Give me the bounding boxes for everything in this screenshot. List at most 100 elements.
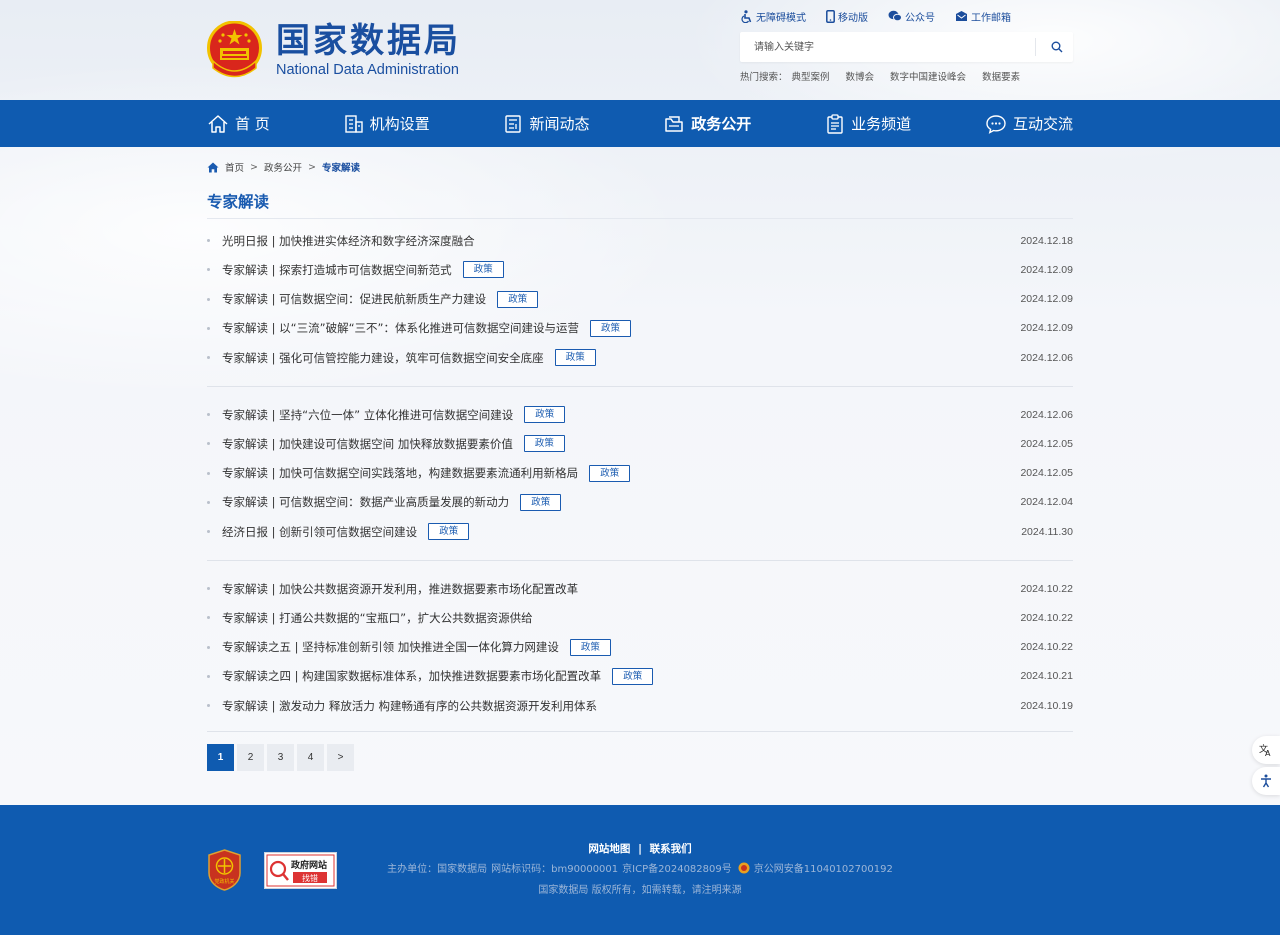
list-item[interactable]: 光明日报 | 加快推进实体经济和数字经济深度融合 2024.12.18 [207, 226, 1073, 255]
next-page-button[interactable]: > [327, 744, 354, 771]
article-date: 2024.12.18 [1020, 234, 1073, 247]
list-item[interactable]: 专家解读 | 打通公共数据的“宝瓶口”，扩大公共数据资源供给 2024.10.22 [207, 603, 1073, 632]
policy-tag[interactable]: 政策 [497, 290, 539, 308]
bullet-icon [207, 326, 210, 330]
contact-link[interactable]: 联系我们 [650, 843, 692, 855]
nav-item-government-affairs[interactable]: 政务公开 [663, 100, 751, 147]
translate-button[interactable]: 文A [1252, 736, 1280, 764]
footer: 党政机关 政府网站 找错 网站地图 | 联系我们 主办单位：国家数据局 网站标识… [0, 805, 1280, 935]
home-icon [208, 114, 228, 133]
article-title[interactable]: 专家解读 | 激发动力 释放活力 构建畅通有序的公共数据资源开发利用体系 [222, 698, 597, 714]
site-name-cn: 国家数据局 [276, 20, 461, 61]
host-org: 主办单位：国家数据局 [387, 864, 488, 875]
article-title[interactable]: 专家解读 | 可信数据空间：数据产业高质量发展的新动力 [222, 494, 509, 510]
article-list: 专家解读 | 加快公共数据资源开发利用，推进数据要素市场化配置改革 2024.10… [207, 574, 1073, 720]
hot-search-item[interactable]: 数博会 [846, 69, 875, 83]
mobile-label: 移动版 [838, 12, 868, 24]
main-nav: 首 页 机构设置 新闻动态 政务公开 业务频道 互动交流 [0, 100, 1280, 147]
list-item[interactable]: 专家解读 | 加快建设可信数据空间 加快释放数据要素价值 政策 2024.12.05 [207, 429, 1073, 458]
article-title[interactable]: 专家解读 | 加快建设可信数据空间 加快释放数据要素价值 [222, 436, 513, 452]
footer-link-divider: | [638, 843, 642, 855]
article-title[interactable]: 专家解读 | 加快可信数据空间实践落地，构建数据要素流通利用新格局 [222, 465, 578, 481]
article-title[interactable]: 专家解读 | 打通公共数据的“宝瓶口”，扩大公共数据资源供给 [222, 610, 533, 626]
search-input[interactable] [754, 38, 1034, 56]
sitemap-link[interactable]: 网站地图 [588, 843, 630, 855]
nav-item-business[interactable]: 业务频道 [825, 100, 911, 147]
article-title[interactable]: 专家解读 | 加快公共数据资源开发利用，推进数据要素市场化配置改革 [222, 581, 578, 597]
nav-item-organization[interactable]: 机构设置 [344, 100, 430, 147]
article-title[interactable]: 专家解读 | 坚持“六位一体” 立体化推进可信数据空间建设 [222, 407, 513, 423]
accessibility-tool-button[interactable] [1252, 767, 1280, 795]
page-button[interactable]: 2 [237, 744, 264, 771]
policy-tag[interactable]: 政策 [590, 319, 632, 337]
police-record[interactable]: 京公网安备11040102700192 [754, 860, 893, 875]
mail-link[interactable]: 工作邮箱 [955, 9, 1011, 24]
list-item[interactable]: 专家解读 | 探索打造城市可信数据空间新范式 政策 2024.12.09 [207, 255, 1073, 284]
wechat-link[interactable]: 公众号 [888, 9, 935, 24]
article-date: 2024.10.22 [1020, 582, 1073, 595]
search-box [740, 32, 1073, 62]
nav-item-home[interactable]: 首 页 [207, 100, 270, 147]
article-date: 2024.12.06 [1020, 408, 1073, 421]
nav-item-interaction[interactable]: 互动交流 [985, 100, 1073, 147]
list-item[interactable]: 经济日报 | 创新引领可信数据空间建设 政策 2024.11.30 [207, 517, 1073, 546]
accessibility-link[interactable]: 无障碍模式 [741, 9, 806, 24]
hot-search-item[interactable]: 数据要素 [982, 69, 1020, 83]
list-item[interactable]: 专家解读 | 以“三流”破解“三不”：体系化推进可信数据空间建设与运营 政策 202… [207, 314, 1073, 343]
wechat-label: 公众号 [905, 12, 935, 24]
header: 国家数据局 National Data Administration 无障碍模式… [0, 0, 1280, 100]
article-title[interactable]: 光明日报 | 加快推进实体经济和数字经济深度融合 [222, 233, 475, 249]
breadcrumb-home[interactable]: 首页 [225, 160, 244, 174]
list-item[interactable]: 专家解读 | 加快可信数据空间实践落地，构建数据要素流通利用新格局 政策 2024.… [207, 459, 1073, 488]
accessibility-icon [741, 9, 752, 23]
list-item[interactable]: 专家解读 | 强化可信管控能力建设，筑牢可信数据空间安全底座 政策 2024.12.… [207, 343, 1073, 372]
icp-record[interactable]: 京ICP备2024082809号 [622, 860, 732, 875]
nav-item-news[interactable]: 新闻动态 [503, 100, 589, 147]
article-title[interactable]: 专家解读 | 以“三流”破解“三不”：体系化推进可信数据空间建设与运营 [222, 320, 579, 336]
site-logo[interactable]: 国家数据局 National Data Administration [207, 20, 477, 80]
policy-tag[interactable]: 政策 [524, 406, 566, 424]
page-button[interactable]: 1 [207, 744, 234, 771]
translate-icon: 文A [1259, 743, 1271, 757]
article-title[interactable]: 专家解读之四 | 构建国家数据标准体系，加快推进数据要素市场化配置改革 [222, 668, 601, 684]
list-item[interactable]: 专家解读 | 激发动力 释放活力 构建畅通有序的公共数据资源开发利用体系 2024… [207, 691, 1073, 720]
mobile-link[interactable]: 移动版 [826, 9, 868, 24]
bullet-icon [207, 530, 210, 533]
hot-search-label: 热门搜索： [740, 72, 788, 83]
police-badge-icon [738, 862, 750, 873]
policy-tag[interactable]: 政策 [523, 435, 565, 453]
list-item[interactable]: 专家解读 | 可信数据空间：数据产业高质量发展的新动力 政策 2024.12.04 [207, 488, 1073, 517]
bullet-icon [207, 500, 210, 504]
list-item[interactable]: 专家解读之四 | 构建国家数据标准体系，加快推进数据要素市场化配置改革 政策 202… [207, 662, 1073, 691]
list-item[interactable]: 专家解读 | 可信数据空间：促进民航新质生产力建设 政策 2024.12.09 [207, 285, 1073, 314]
policy-tag[interactable]: 政策 [589, 464, 631, 482]
policy-tag[interactable]: 政策 [520, 493, 562, 511]
article-title[interactable]: 经济日报 | 创新引领可信数据空间建设 [222, 524, 417, 540]
policy-tag[interactable]: 政策 [462, 261, 504, 279]
policy-tag[interactable]: 政策 [612, 667, 654, 685]
hot-search-item[interactable]: 典型案例 [792, 69, 830, 83]
article-title[interactable]: 专家解读 | 强化可信管控能力建设，筑牢可信数据空间安全底座 [222, 350, 544, 366]
list-item[interactable]: 专家解读之五 | 坚持标准创新引领 加快推进全国一体化算力网建设 政策 2024.1… [207, 633, 1073, 662]
breadcrumb-level1[interactable]: 政务公开 [264, 160, 302, 174]
article-title[interactable]: 专家解读 | 可信数据空间：促进民航新质生产力建设 [222, 291, 486, 307]
list-item[interactable]: 专家解读 | 坚持“六位一体” 立体化推进可信数据空间建设 政策 2024.12.0… [207, 400, 1073, 429]
article-date: 2024.12.06 [1020, 351, 1073, 364]
search-button[interactable] [1041, 32, 1073, 62]
article-title[interactable]: 专家解读之五 | 坚持标准创新引领 加快推进全国一体化算力网建设 [222, 639, 559, 655]
article-date: 2024.11.30 [1021, 525, 1073, 538]
nav-item-label: 新闻动态 [529, 115, 590, 133]
policy-tag[interactable]: 政策 [554, 349, 596, 367]
hot-search-item[interactable]: 数字中国建设峰会 [890, 69, 966, 83]
page-button[interactable]: 3 [267, 744, 294, 771]
article-title[interactable]: 专家解读 | 探索打造城市可信数据空间新范式 [222, 262, 452, 278]
list-item[interactable]: 专家解读 | 加快公共数据资源开发利用，推进数据要素市场化配置改革 2024.10… [207, 574, 1073, 603]
bullet-icon [207, 442, 210, 446]
article-list: 专家解读 | 坚持“六位一体” 立体化推进可信数据空间建设 政策 2024.12.0… [207, 400, 1073, 546]
accessibility-tool-icon [1261, 774, 1271, 788]
article-date: 2024.12.04 [1020, 496, 1073, 509]
article-date: 2024.10.22 [1020, 641, 1073, 654]
page-button[interactable]: 4 [297, 744, 324, 771]
policy-tag[interactable]: 政策 [569, 638, 611, 656]
policy-tag[interactable]: 政策 [428, 523, 470, 541]
